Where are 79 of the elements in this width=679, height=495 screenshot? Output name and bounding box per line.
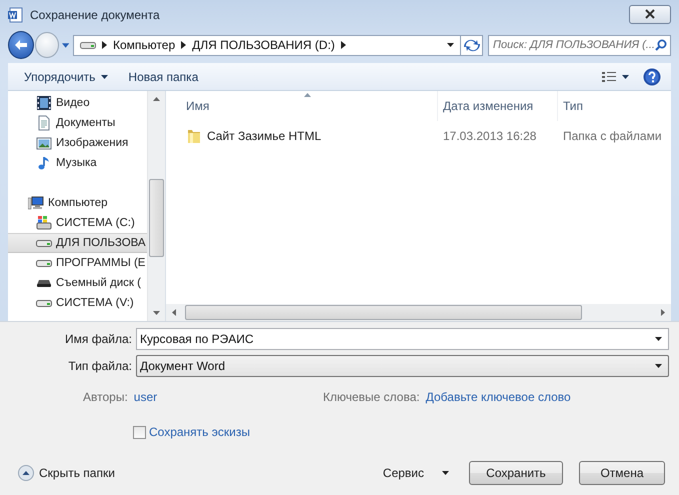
- sidebar-item[interactable]: СИСТЕМА (C:): [8, 213, 147, 233]
- sidebar-item[interactable]: Музыка: [8, 153, 147, 173]
- column-header[interactable]: Тип: [558, 91, 671, 121]
- list-view-icon: [602, 70, 616, 82]
- save-button[interactable]: Сохранить: [469, 461, 563, 485]
- scrollbar-thumb[interactable]: [185, 305, 582, 320]
- caret-icon: [622, 74, 629, 78]
- removable-icon: [36, 278, 52, 288]
- metadata-label: Авторы:: [83, 390, 128, 404]
- address-bar[interactable]: Компьютер ДЛЯ ПОЛЬЗОВАНИЯ (D:): [73, 34, 462, 56]
- sidebar-item[interactable]: Видео: [8, 93, 147, 113]
- help-icon: [643, 68, 661, 86]
- refresh-icon: [464, 38, 480, 52]
- music-icon: [36, 155, 52, 171]
- caret-icon: [101, 74, 108, 78]
- hide-folders-button[interactable]: Скрыть папки: [8, 465, 115, 481]
- input-field[interactable]: Курсовая по РЭАИС: [136, 328, 669, 350]
- drive-icon: [36, 240, 52, 246]
- search-icon: [654, 39, 667, 51]
- chevron-right-icon: [102, 41, 108, 49]
- drive-icon: [36, 260, 52, 266]
- video-icon: [36, 95, 52, 111]
- refresh-button[interactable]: [461, 34, 484, 56]
- close-icon: [644, 9, 656, 19]
- organize-menu-button[interactable]: Упорядочить: [14, 66, 118, 86]
- system-drive-icon: [36, 215, 52, 231]
- folder-icon: [187, 128, 201, 144]
- sidebar-item[interactable]: ДЛЯ ПОЛЬЗОВА: [8, 233, 147, 253]
- drive-icon: [80, 40, 96, 50]
- breadcrumb[interactable]: Компьютер: [113, 38, 176, 52]
- caret-icon: [655, 364, 662, 368]
- caret-icon: [62, 42, 70, 48]
- tools-menu-button[interactable]: Сервис: [376, 465, 455, 481]
- chevron-right-icon: [340, 41, 346, 49]
- metadata-link[interactable]: user: [134, 390, 158, 404]
- metadata-link[interactable]: Добавьте ключевое слово: [426, 390, 571, 404]
- right-arrow-icon: [661, 309, 665, 316]
- column-header[interactable]: Дата изменения: [438, 91, 558, 121]
- caret-icon: [442, 471, 449, 475]
- sidebar-item[interactable]: ПРОГРАММЫ (E: [8, 253, 147, 273]
- documents-icon: [36, 115, 52, 131]
- sidebar-item[interactable]: Изображения: [8, 133, 147, 153]
- sidebar-item[interactable]: Компьютер: [8, 193, 147, 213]
- file-type: Папка с файлами: [562, 129, 663, 143]
- drive-icon: [36, 300, 52, 306]
- left-arrow-icon: [14, 39, 28, 51]
- checkbox[interactable]: [133, 426, 146, 438]
- field-label: Имя файла:: [64, 332, 133, 346]
- vertical-scrollbar[interactable]: [147, 91, 165, 321]
- up-arrow-icon: [153, 97, 160, 101]
- computer-icon: [28, 195, 44, 211]
- chevron-right-icon: [181, 41, 186, 49]
- metadata-label: Ключевые слова:: [323, 390, 420, 404]
- file-date: 17.03.2013 16:28: [442, 129, 538, 143]
- search-field[interactable]: Поиск: ДЛЯ ПОЛЬЗОВАНИЯ (...: [488, 34, 671, 56]
- caret-icon: [655, 337, 662, 341]
- window-title: Сохранение документа: [30, 8, 160, 22]
- back-button[interactable]: [8, 31, 34, 59]
- sidebar-item[interactable]: Съемный диск (: [8, 273, 147, 293]
- collapse-icon: [18, 465, 34, 481]
- images-icon: [36, 135, 52, 151]
- horizontal-scrollbar[interactable]: [166, 304, 671, 321]
- column-header[interactable]: Имя: [166, 91, 438, 121]
- scrollbar-thumb[interactable]: [149, 179, 164, 257]
- sidebar-item[interactable]: СИСТЕМА (V:): [8, 293, 147, 313]
- left-arrow-icon: [172, 309, 176, 316]
- dropdown-field[interactable]: Документ Word: [136, 355, 669, 377]
- down-arrow-icon: [153, 311, 160, 315]
- checkbox-label[interactable]: Сохранять эскизы: [149, 425, 250, 439]
- new-folder-button[interactable]: Новая папка: [118, 66, 208, 86]
- word-document-icon: [8, 7, 24, 23]
- close-button[interactable]: [629, 4, 671, 24]
- sidebar-item[interactable]: Документы: [8, 113, 147, 133]
- sort-arrow-icon: [304, 93, 311, 97]
- caret-icon: [447, 43, 454, 47]
- cancel-button[interactable]: Отмена: [579, 461, 665, 485]
- field-label: Тип файла:: [67, 359, 133, 373]
- breadcrumb[interactable]: ДЛЯ ПОЛЬЗОВАНИЯ (D:): [192, 38, 335, 52]
- file-name[interactable]: Сайт Зазимье HTML: [207, 129, 322, 143]
